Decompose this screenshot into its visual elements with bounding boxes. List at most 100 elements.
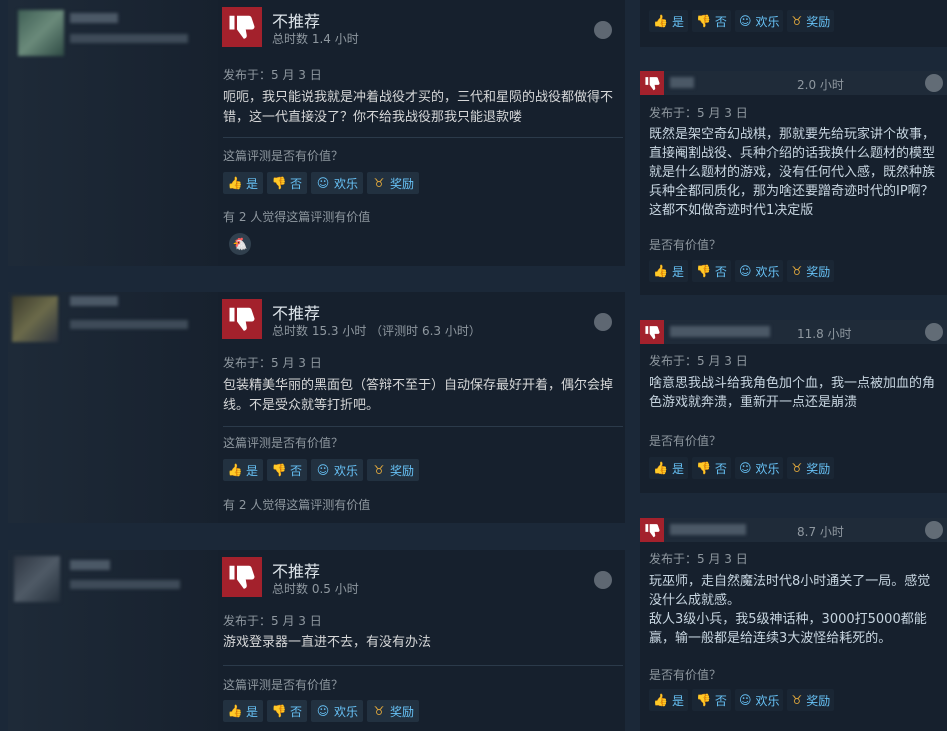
vote-yes-button[interactable]: 👍 是	[223, 700, 264, 722]
review-text: 呃呃，我只能说我就是冲着战役才买的，三代和星陨的战役都做得不错，这一代直接没了？…	[223, 90, 614, 125]
vote-no-button[interactable]: 👎 否	[267, 172, 308, 194]
review-header: 11.8 小时	[640, 320, 947, 344]
review-card: 不推荐 总时数 0.5 小时 发布于：5 月 3 日 游戏登录器一直进不去，有没…	[8, 550, 625, 731]
award-button[interactable]: ♉ 奖励	[367, 172, 420, 194]
author-name-blurred[interactable]	[70, 560, 110, 570]
thumb-up-icon: 👍	[227, 176, 243, 190]
vote-no-label: 否	[290, 463, 303, 478]
playtime: 2.0 小时	[797, 78, 844, 92]
playtime: 总时数 0.5 小时	[272, 582, 359, 596]
recommendation-title[interactable]: 不推荐	[272, 300, 320, 324]
thumb-down-small-icon: 👎	[271, 704, 287, 718]
thumb-down-icon	[640, 71, 664, 95]
review-header: 2.0 小时	[640, 71, 947, 95]
posted-date: 发布于：5 月 3 日	[223, 614, 322, 628]
award-button[interactable]: ♉ 奖励	[367, 700, 420, 722]
thumb-down-icon	[222, 7, 262, 47]
steam-icon	[594, 313, 612, 331]
vote-no-label: 否	[290, 176, 303, 191]
vote-yes-label: 是	[671, 693, 684, 708]
review-card: 11.8 小时 发布于：5 月 3 日 啥意思我战斗给我角色加个血，我一点被加血…	[640, 320, 947, 493]
vote-no-button[interactable]: 👎 否	[691, 260, 731, 282]
review-text: 包装精美华丽的黑面包（答辩不至于）自动保存最好开着，偶尔会掉线。不是受众就等打折…	[223, 378, 614, 413]
recommendation-title[interactable]: 不推荐	[272, 558, 320, 582]
author-panel	[8, 292, 218, 523]
award-label: 奖励	[806, 461, 831, 476]
award-button[interactable]: ♉ 奖励	[787, 689, 835, 711]
posted-date: 发布于：5 月 3 日	[649, 106, 748, 120]
author-info-blurred	[70, 580, 180, 589]
vote-funny-label: 欢乐	[755, 264, 780, 279]
author-name-blurred[interactable]	[70, 13, 118, 23]
award-icon: ♉	[791, 693, 803, 707]
thumb-up-icon: 👍	[653, 264, 668, 278]
playtime: 总时数 15.3 小时 （评测时 6.3 小时）	[272, 324, 481, 338]
thumb-down-small-icon: 👎	[271, 176, 287, 190]
steam-icon	[594, 571, 612, 589]
vote-funny-button[interactable]: ☺ 欢乐	[311, 172, 364, 194]
thumb-down-small-icon: 👎	[271, 463, 287, 477]
review-text: 游戏登录器一直进不去，有没有办法	[223, 635, 432, 650]
vote-no-button[interactable]: 👎 否	[267, 700, 308, 722]
helpful-question: 这篇评测是否有价值？	[223, 436, 344, 450]
award-button[interactable]: ♉ 奖励	[787, 10, 835, 32]
vote-yes-button[interactable]: 👍 是	[223, 172, 264, 194]
review-header: 不推荐 总时数 15.3 小时 （评测时 6.3 小时）	[222, 299, 612, 343]
award-icon: ♉	[791, 461, 803, 475]
award-label: 奖励	[806, 264, 831, 279]
vote-yes-button[interactable]: 👍 是	[649, 457, 688, 479]
recommendation-title[interactable]: 不推荐	[272, 8, 320, 32]
award-button[interactable]: ♉ 奖励	[787, 457, 835, 479]
helpful-count: 有 2 人觉得这篇评测有价值	[223, 498, 371, 512]
vote-buttons: 👍 是 👎 否 ☺ 欢乐 ♉ 奖励	[223, 172, 420, 194]
helpful-question: 这篇评测是否有价值？	[223, 149, 344, 163]
posted-date: 发布于：5 月 3 日	[649, 552, 748, 566]
vote-funny-button[interactable]: ☺ 欢乐	[734, 457, 784, 479]
vote-yes-button[interactable]: 👍 是	[649, 689, 688, 711]
review-text: 既然是架空奇幻战棋，那就要先给玩家讲个故事，直接阉割战役、兵种介绍的话我换什么题…	[649, 127, 936, 218]
thumb-up-icon: 👍	[653, 461, 668, 475]
steam-icon	[925, 521, 943, 539]
vote-funny-button[interactable]: ☺ 欢乐	[311, 700, 364, 722]
vote-no-label: 否	[290, 704, 303, 719]
author-name-blurred[interactable]	[670, 524, 746, 535]
vote-no-button[interactable]: 👎 否	[691, 457, 731, 479]
reaction-emoji[interactable]: 🐔	[229, 233, 251, 255]
vote-yes-button[interactable]: 👍 是	[649, 260, 688, 282]
avatar[interactable]	[18, 10, 64, 56]
thumb-up-icon: 👍	[227, 704, 243, 718]
vote-yes-button[interactable]: 👍 是	[649, 10, 688, 32]
award-button[interactable]: ♉ 奖励	[787, 260, 835, 282]
avatar[interactable]	[14, 556, 60, 602]
vote-funny-button[interactable]: ☺ 欢乐	[311, 459, 364, 481]
vote-no-button[interactable]: 👎 否	[267, 459, 308, 481]
vote-funny-button[interactable]: ☺ 欢乐	[734, 10, 784, 32]
vote-funny-label: 欢乐	[755, 14, 780, 29]
vote-funny-button[interactable]: ☺ 欢乐	[734, 689, 784, 711]
review-card: 不推荐 总时数 15.3 小时 （评测时 6.3 小时） 发布于：5 月 3 日…	[8, 292, 625, 523]
divider	[223, 665, 623, 666]
vote-no-button[interactable]: 👎 否	[691, 10, 731, 32]
author-name-blurred[interactable]	[70, 296, 118, 306]
vote-no-button[interactable]: 👎 否	[691, 689, 731, 711]
playtime: 总时数 1.4 小时	[272, 32, 359, 46]
review-card-partial: 👍 是 👎 否 ☺ 欢乐 ♉ 奖励	[640, 0, 947, 47]
review-header: 8.7 小时	[640, 518, 947, 542]
award-button[interactable]: ♉ 奖励	[367, 459, 420, 481]
vote-yes-button[interactable]: 👍 是	[223, 459, 264, 481]
author-name-blurred[interactable]	[670, 326, 770, 337]
helpful-question: 是否有价值？	[649, 238, 722, 252]
thumb-down-small-icon: 👎	[695, 461, 711, 475]
author-info-blurred	[70, 320, 188, 329]
review-header: 不推荐 总时数 1.4 小时	[222, 7, 612, 51]
thumb-down-icon	[222, 299, 262, 339]
vote-yes-label: 是	[246, 704, 259, 719]
vote-funny-button[interactable]: ☺ 欢乐	[734, 260, 784, 282]
avatar[interactable]	[12, 296, 58, 342]
review-card: 8.7 小时 发布于：5 月 3 日 玩巫师，走自然魔法时代8小时通关了一局。感…	[640, 518, 947, 731]
divider	[223, 137, 623, 138]
author-name-blurred[interactable]	[670, 77, 694, 88]
award-label: 奖励	[390, 176, 415, 191]
vote-no-label: 否	[714, 14, 727, 29]
smile-icon: ☺	[316, 176, 330, 190]
